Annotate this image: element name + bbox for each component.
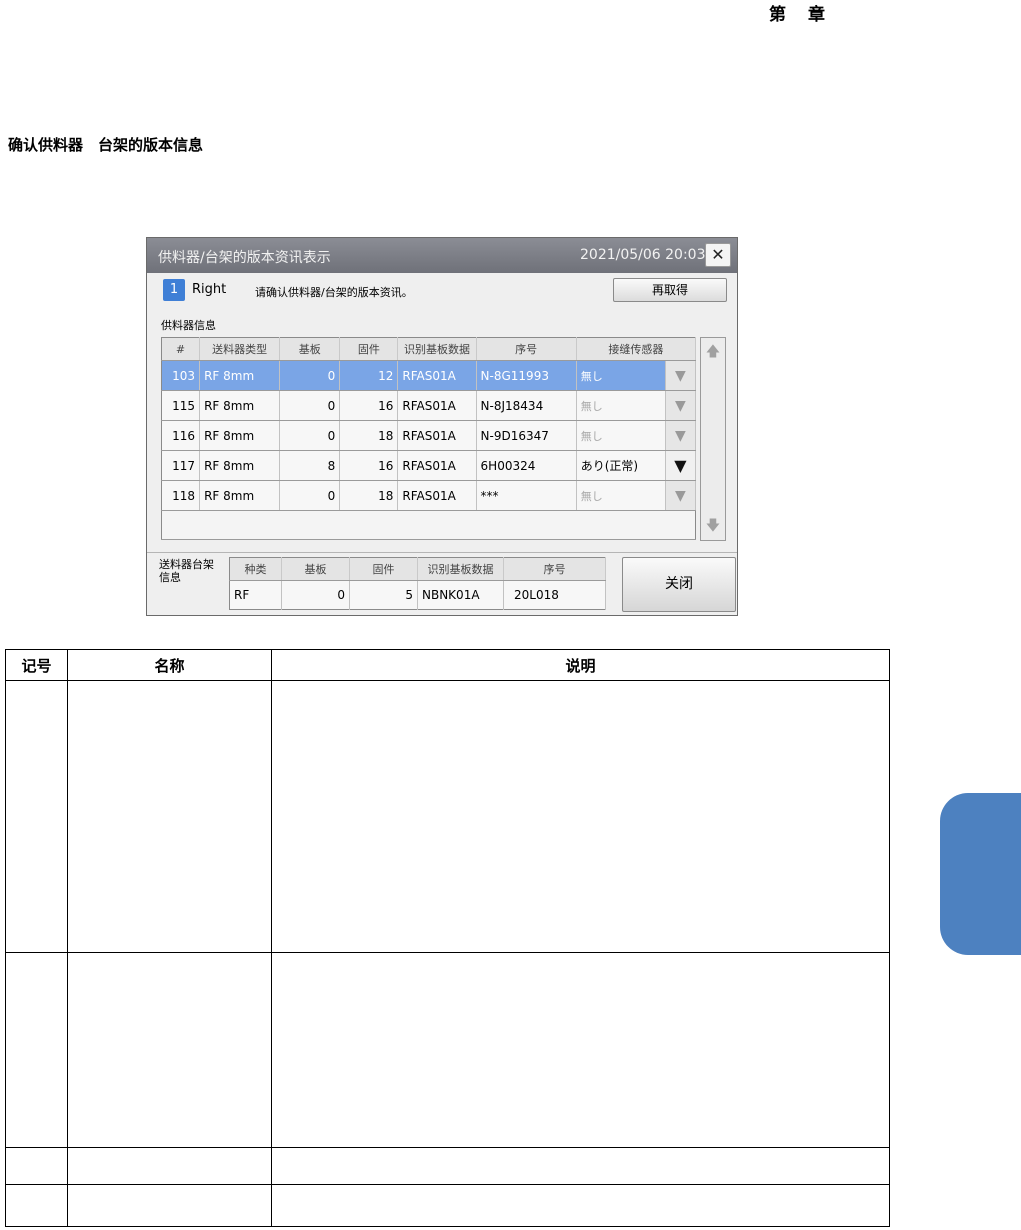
chevron-down-icon[interactable]: ▼	[665, 360, 697, 391]
window-title-bar: 供料器/台架的版本资讯表示 2021/05/06 20:03 ✕	[147, 238, 737, 273]
window-title: 供料器/台架的版本资讯表示	[158, 250, 331, 266]
cell-sensor: 無し	[576, 390, 666, 421]
cell-no: 103	[161, 360, 201, 391]
col-header: 说明	[271, 649, 890, 681]
description-table: 记号 名称 说明	[5, 649, 890, 1227]
cell-firmware: 12	[339, 360, 399, 391]
feeder-info-label: 供料器信息	[161, 319, 216, 332]
footer-divider	[147, 552, 737, 553]
chapter-side-tab	[940, 793, 1021, 955]
cell-board: 8	[279, 450, 341, 481]
empty-row	[161, 510, 696, 540]
cell-no: 117	[161, 450, 201, 481]
col-header: 识别基板数据	[397, 337, 477, 361]
cell-id-board: RFAS01A	[397, 390, 477, 421]
table-row	[5, 952, 890, 1148]
col-header: 固件	[349, 557, 418, 581]
cell-sensor: 無し	[576, 360, 666, 391]
feeder-table-header: # 送料器类型 基板 固件 识别基板数据 序号 接缝传感器	[161, 337, 697, 361]
cell-serial: ***	[476, 480, 577, 511]
instruction-message: 请确认供料器/台架的版本资讯。	[255, 286, 413, 299]
cell-id-board: NBNK01A	[417, 580, 504, 610]
rack-table: 种类 基板 固件 识别基板数据 序号 RF 0 5 NBNK01A 20L018	[229, 557, 606, 610]
close-icon[interactable]: ✕	[705, 243, 731, 267]
feeder-table: # 送料器类型 基板 固件 识别基板数据 序号 接缝传感器 103 RF 8mm…	[161, 337, 697, 540]
col-header: 基板	[281, 557, 350, 581]
cell-sensor: あり(正常)	[576, 450, 666, 481]
table-row[interactable]: 115 RF 8mm 0 16 RFAS01A N-8J18434 無し ▼	[161, 390, 697, 421]
col-header: 序号	[476, 337, 577, 361]
table-row[interactable]: 103 RF 8mm 0 12 RFAS01A N-8G11993 無し ▼	[161, 360, 697, 391]
arrow-down-icon[interactable]: 🡇	[701, 512, 725, 540]
cell-serial: N-8J18434	[476, 390, 577, 421]
cell-no: 118	[161, 480, 201, 511]
cell-serial: N-9D16347	[476, 420, 577, 451]
cell-board: 0	[279, 420, 341, 451]
lane-number-badge: 1	[163, 279, 185, 301]
arrow-up-icon[interactable]: 🡅	[701, 338, 725, 366]
cell-type: RF 8mm	[199, 420, 281, 451]
cell-id-board: RFAS01A	[397, 450, 477, 481]
chevron-down-icon[interactable]: ▼	[665, 480, 697, 511]
version-info-window: 供料器/台架的版本资讯表示 2021/05/06 20:03 ✕ 1 Right…	[146, 237, 738, 616]
col-header: #	[161, 337, 201, 361]
chapter-prefix: 第	[769, 5, 786, 25]
cell-type: RF 8mm	[199, 450, 281, 481]
col-header: 接缝传感器	[576, 337, 697, 361]
cell-serial: N-8G11993	[476, 360, 577, 391]
cell-serial: 6H00324	[476, 450, 577, 481]
lane-name: Right	[192, 282, 227, 297]
chapter-heading: 第章	[769, 0, 825, 25]
cell-type: RF 8mm	[199, 480, 281, 511]
col-header: 识别基板数据	[417, 557, 504, 581]
col-header: 种类	[229, 557, 282, 581]
table-scrollbar[interactable]: 🡅 🡇	[700, 337, 726, 541]
table-row	[5, 1184, 890, 1227]
cell-id-board: RFAS01A	[397, 480, 477, 511]
close-button[interactable]: 关闭	[622, 557, 736, 612]
cell-board: 0	[279, 360, 341, 391]
chapter-suffix: 章	[808, 5, 825, 25]
cell-type: RF 8mm	[199, 390, 281, 421]
col-header: 送料器类型	[199, 337, 281, 361]
cell-firmware: 16	[339, 450, 399, 481]
table-row	[5, 680, 890, 953]
cell-board: 0	[281, 580, 350, 610]
col-header: 名称	[67, 649, 272, 681]
table-row[interactable]: 116 RF 8mm 0 18 RFAS01A N-9D16347 無し ▼	[161, 420, 697, 451]
cell-sensor: 無し	[576, 480, 666, 511]
cell-id-board: RFAS01A	[397, 360, 477, 391]
chevron-down-icon[interactable]: ▼	[665, 420, 697, 451]
table-row[interactable]: 118 RF 8mm 0 18 RFAS01A *** 無し ▼	[161, 480, 697, 511]
cell-type: RF 8mm	[199, 360, 281, 391]
table-row: RF 0 5 NBNK01A 20L018	[229, 580, 606, 610]
rack-table-header: 种类 基板 固件 识别基板数据 序号	[229, 557, 606, 581]
cell-sensor: 無し	[576, 420, 666, 451]
section-title: 确认供料器 台架的版本信息	[8, 136, 204, 154]
table-row[interactable]: 117 RF 8mm 8 16 RFAS01A 6H00324 あり(正常) ▼	[161, 450, 697, 481]
col-header: 序号	[503, 557, 606, 581]
cell-board: 0	[279, 390, 341, 421]
cell-no: 115	[161, 390, 201, 421]
rack-info-label: 送料器台架信息	[159, 558, 214, 584]
cell-firmware: 18	[339, 420, 399, 451]
cell-firmware: 5	[349, 580, 418, 610]
window-datetime: 2021/05/06 20:03	[580, 247, 706, 263]
cell-firmware: 18	[339, 480, 399, 511]
cell-firmware: 16	[339, 390, 399, 421]
table-row	[5, 1147, 890, 1185]
cell-id-board: RFAS01A	[397, 420, 477, 451]
col-header: 基板	[279, 337, 341, 361]
cell-board: 0	[279, 480, 341, 511]
reload-button[interactable]: 再取得	[613, 278, 727, 302]
desc-table-header: 记号 名称 说明	[5, 649, 890, 681]
col-header: 记号	[5, 649, 68, 681]
chevron-down-icon[interactable]: ▼	[665, 450, 697, 481]
col-header: 固件	[339, 337, 399, 361]
cell-kind: RF	[229, 580, 282, 610]
cell-serial: 20L018	[503, 580, 606, 610]
chevron-down-icon[interactable]: ▼	[665, 390, 697, 421]
cell-no: 116	[161, 420, 201, 451]
